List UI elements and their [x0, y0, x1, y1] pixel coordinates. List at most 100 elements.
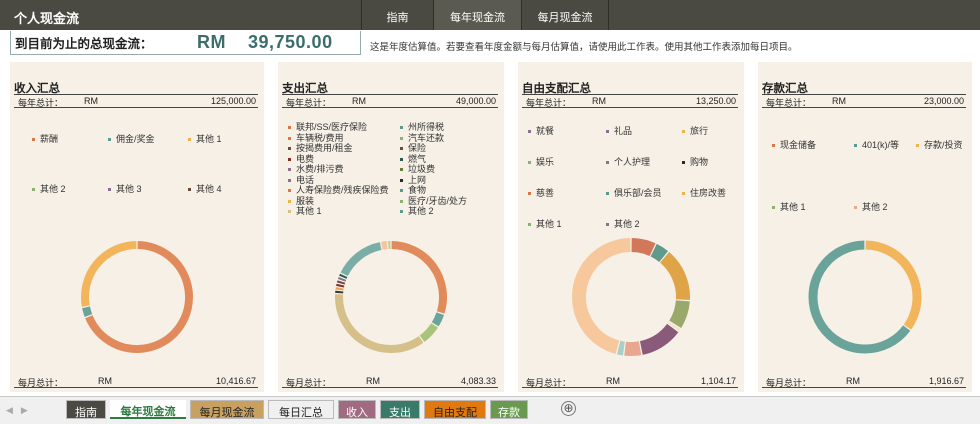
legend-swatch [916, 144, 919, 148]
legend-item: 存款/投资 [916, 138, 963, 151]
legend-item: 薪酬 [32, 132, 58, 145]
legend-swatch [400, 136, 403, 140]
legend-label: 就餐 [536, 126, 555, 136]
app-window: 个人现金流 指南 每年现金流 每月现金流 到目前为止的总现金流： RM 39,7… [0, 0, 980, 424]
nav-yearly-cashflow-link[interactable]: 每年现金流 [433, 0, 521, 30]
legend-swatch [32, 188, 35, 192]
legend-swatch [772, 144, 775, 148]
income-summary-panel: 收入汇总 每年总计： RM 125,000.00 每月总计： RM 10,416… [10, 62, 264, 392]
sheet-tab[interactable]: 每日汇总 [268, 400, 334, 419]
legend-swatch [528, 161, 531, 165]
legend-label: 401(k)/等 [862, 140, 900, 150]
legend-swatch [288, 178, 291, 182]
total-cashflow-amount: RM 39,750.00 [197, 32, 333, 52]
donut-segment [81, 241, 137, 307]
legend-label: 其他 1 [196, 134, 222, 144]
yearly-total-row: 每年总计： RM 125,000.00 [14, 96, 258, 108]
legend-swatch [288, 168, 291, 172]
legend-swatch [854, 144, 857, 148]
instruction-note: 这是年度估算值。若要查看年度金额与每月估算值，请使用此工作表。使用其他工作表添加… [370, 42, 798, 53]
legend-item: 个人护理 [606, 155, 650, 168]
legend-item: 购物 [682, 155, 708, 168]
legend-item: 就餐 [528, 124, 554, 137]
legend-swatch [682, 192, 685, 196]
nav-guide-link[interactable]: 指南 [361, 0, 433, 30]
legend-item: 其他 1 [188, 132, 222, 145]
donut-segment [336, 280, 346, 285]
legend-label: 现金储备 [780, 140, 817, 150]
legend-swatch [528, 192, 531, 196]
sheet-tab[interactable]: 每年现金流 [110, 400, 186, 419]
legend-swatch [32, 138, 35, 142]
legend-swatch [606, 192, 609, 196]
yearly-total-value: 23,000.00 [923, 96, 964, 106]
donut-segment [335, 294, 424, 353]
yearly-total-row: 每年总计： RM 49,000.00 [282, 96, 498, 108]
legend-label: 其他 2 [408, 206, 434, 216]
donut-segment [431, 312, 445, 327]
sheet-tab[interactable]: 每月现金流 [190, 400, 264, 419]
sheet-tab-bar: ◀▶ ⊕ 指南 每年现金流 每月现金流 每日汇总 收入 支出 自由支配 存款 [0, 396, 980, 424]
legend-swatch [400, 126, 403, 130]
add-sheet-button[interactable]: ⊕ [561, 401, 576, 416]
legend-item: 俱乐部/会员 [606, 186, 662, 199]
legend-item: 其他 4 [188, 182, 222, 195]
divider [522, 94, 738, 95]
total-cashflow-box: 到目前为止的总现金流： RM 39,750.00 [10, 31, 361, 55]
monthly-total-value: 10,416.67 [215, 376, 256, 386]
divider [14, 94, 258, 95]
donut-segment [865, 240, 922, 330]
legend-swatch [400, 168, 403, 172]
yearly-total-value: 125,000.00 [210, 96, 256, 106]
divider [282, 94, 498, 95]
sheet-tab[interactable]: 指南 [66, 400, 106, 419]
legend-swatch [400, 199, 403, 203]
savings-summary-panel: 存款汇总 每年总计： RM 23,000.00 每月总计： RM 1,916.6… [758, 62, 972, 392]
donut-segment [572, 238, 631, 354]
donut-chart [81, 241, 193, 353]
legend-swatch [288, 199, 291, 203]
currency-label: RM [606, 376, 620, 386]
legend-swatch [400, 178, 403, 182]
legend-label: 其他 1 [780, 202, 806, 212]
legend-label: 佣金/奖金 [116, 134, 155, 144]
legend-item: 401(k)/等 [854, 138, 899, 151]
donut-segment [650, 243, 669, 263]
donut-segment [624, 341, 642, 356]
legend-swatch [108, 138, 111, 142]
donut-segment [339, 273, 348, 279]
legend-item: 佣金/奖金 [108, 132, 155, 145]
legend-item: 其他 1 [772, 200, 806, 213]
legend-item: 现金储备 [772, 138, 816, 151]
monthly-total-label: 每月总计： [286, 378, 332, 388]
yearly-total-label: 每年总计： [526, 98, 572, 108]
donut-segment [391, 241, 447, 314]
currency-label: RM [352, 96, 366, 106]
nav-monthly-cashflow-link[interactable]: 每月现金流 [521, 0, 609, 30]
sheet-tab[interactable]: 存款 [490, 400, 528, 419]
legend-swatch [772, 206, 775, 210]
sheet-tab[interactable]: 支出 [380, 400, 420, 419]
sheet-tab[interactable]: 自由支配 [424, 400, 486, 419]
sheet-tab[interactable]: 收入 [338, 400, 376, 419]
total-cashflow-label: 到目前为止的总现金流： [15, 37, 153, 51]
legend-swatch [682, 130, 685, 134]
legend-swatch [400, 147, 403, 151]
legend-swatch [606, 223, 609, 227]
legend-item: 慈善 [528, 186, 554, 199]
monthly-total-value: 1,916.67 [928, 376, 964, 386]
donut-chart [335, 241, 447, 353]
currency-label: RM [592, 96, 606, 106]
tab-scroll-arrows[interactable]: ◀▶ [6, 405, 36, 416]
legend-label: 个人护理 [614, 157, 651, 167]
donut-chart [572, 238, 690, 356]
legend-swatch [606, 161, 609, 165]
monthly-total-row: 每月总计： RM 1,916.67 [762, 376, 966, 388]
yearly-total-row: 每年总计： RM 13,250.00 [522, 96, 738, 108]
monthly-total-row: 每月总计： RM 10,416.67 [14, 376, 258, 388]
monthly-total-row: 每月总计： RM 1,104.17 [522, 376, 738, 388]
legend-swatch [288, 157, 291, 161]
legend-label: 其他 3 [116, 184, 142, 194]
legend-label: 购物 [690, 157, 709, 167]
legend-swatch [400, 157, 403, 161]
